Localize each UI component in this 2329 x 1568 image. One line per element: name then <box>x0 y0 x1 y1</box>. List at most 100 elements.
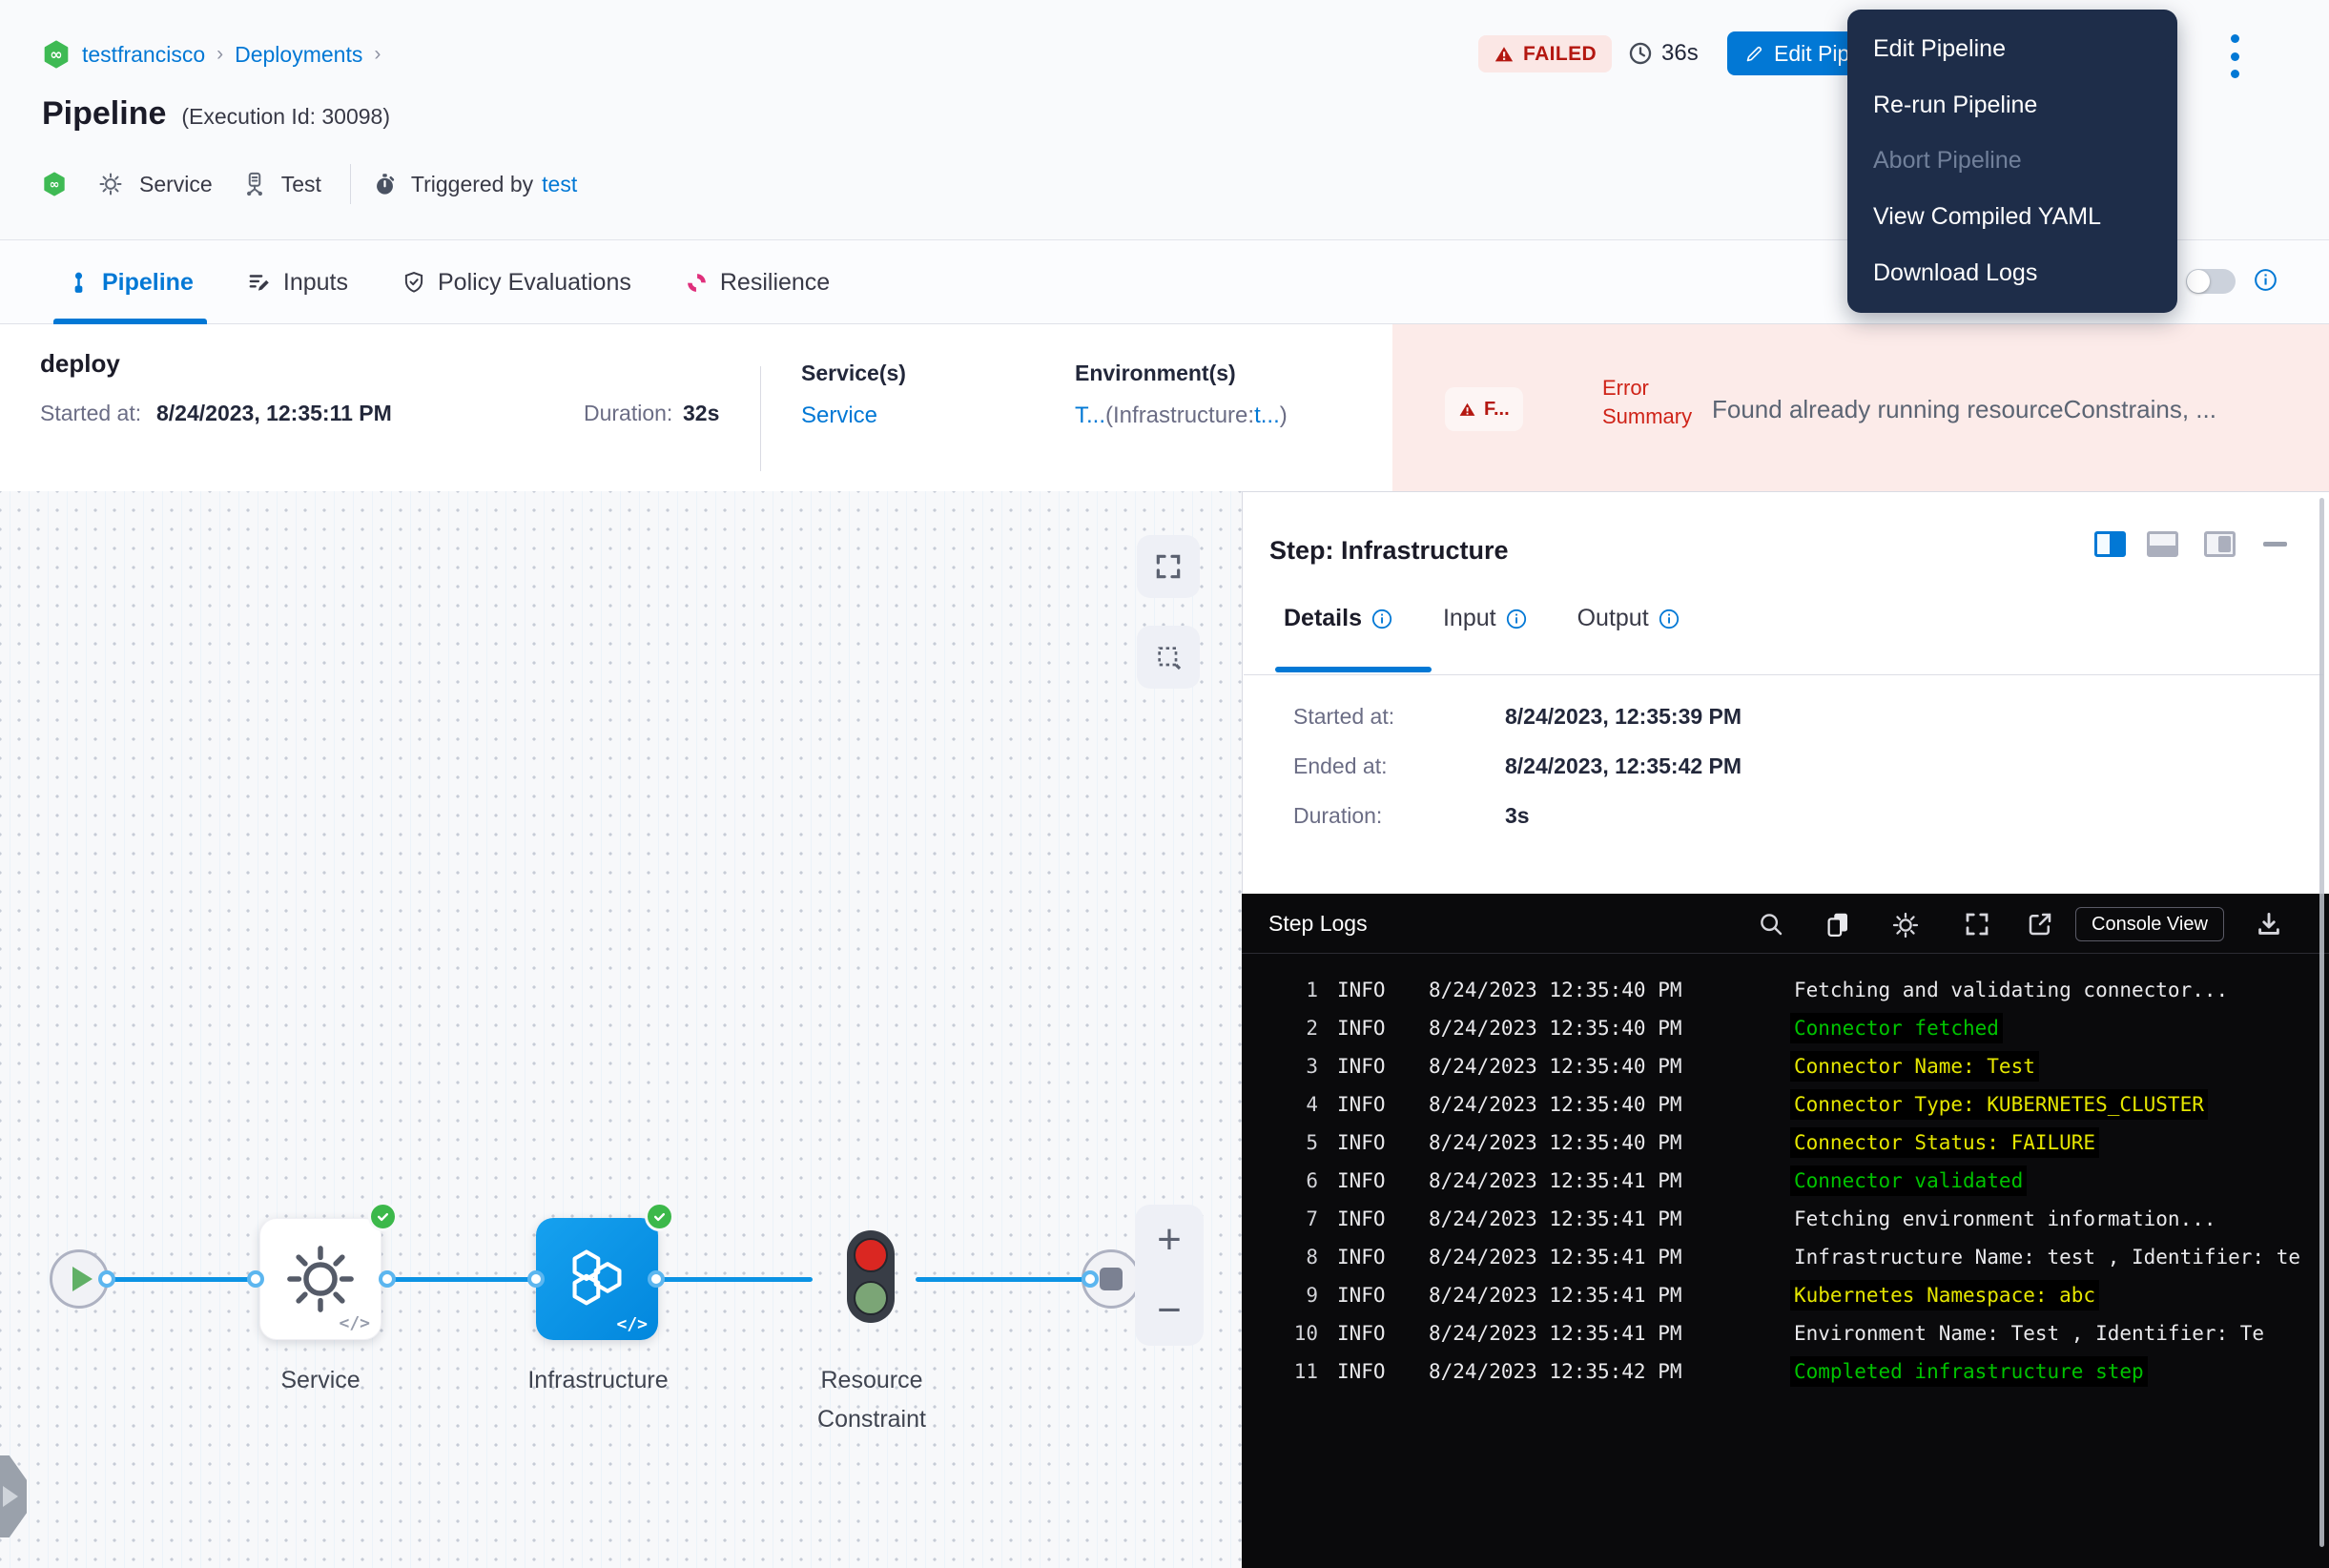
log-line-number: 1 <box>1265 979 1318 1001</box>
console-view-button[interactable]: Console View <box>2075 907 2224 941</box>
open-in-new-window-icon[interactable] <box>2026 910 2054 939</box>
service-gear-icon <box>97 171 124 197</box>
stage-name[interactable]: deploy <box>40 349 120 379</box>
layout-floating-panel-button[interactable] <box>2204 531 2236 557</box>
download-logs-icon[interactable] <box>2255 910 2283 939</box>
edge-port <box>1082 1270 1099 1288</box>
error-summary-zone: F... Error Summary Found already running… <box>1392 324 2329 491</box>
expand-left-nav-button[interactable] <box>0 1455 27 1537</box>
diagram-toggle-switch[interactable] <box>2186 269 2236 294</box>
menu-item[interactable]: Abort Pipeline <box>1847 149 2177 173</box>
tab-input[interactable]: Input <box>1443 605 1528 632</box>
triggered-by-user-link[interactable]: test <box>542 172 577 197</box>
stage-summary-bar: deploy Started at: 8/24/2023, 12:35:11 P… <box>0 324 2329 491</box>
inputs-icon <box>247 270 272 295</box>
stage-divider <box>760 366 761 471</box>
layout-right-panel-button[interactable] <box>2094 531 2126 557</box>
log-level: INFO <box>1337 1169 1404 1192</box>
tab-policy-evaluations[interactable]: Policy Evaluations <box>402 240 631 324</box>
log-timestamp: 8/24/2023 12:35:40 PM <box>1429 1131 1724 1154</box>
breadcrumb-separator: › <box>374 43 381 66</box>
duration-label: Duration: <box>584 401 672 426</box>
step-details-panel: Step: Infrastructure Details Input Outpu… <box>1242 491 2329 894</box>
trigger-stopwatch-icon <box>372 172 398 197</box>
edge-port <box>527 1270 545 1288</box>
tab-details[interactable]: Details <box>1284 605 1393 632</box>
detail-field-row: Duration: 3s <box>1293 803 1742 829</box>
infrastructure-link[interactable]: t... <box>1254 402 1280 428</box>
zoom-in-button[interactable]: + <box>1157 1219 1182 1261</box>
breadcrumb-deployments-link[interactable]: Deployments <box>235 42 362 68</box>
tab-resilience[interactable]: Resilience <box>685 240 830 324</box>
environment-name[interactable]: Test <box>281 172 321 197</box>
total-duration: 36s <box>1627 40 1699 67</box>
pipeline-graph-canvas[interactable]: </> </> Service Infrastructure <box>0 491 1242 1568</box>
log-line: 4 INFO 8/24/2023 12:35:40 PM Connector T… <box>1265 1085 2329 1124</box>
triggered-by-label: Triggered by <box>411 172 533 197</box>
success-check-badge <box>368 1202 398 1231</box>
infrastructure-node[interactable]: </> <box>536 1218 658 1340</box>
detail-field-row: Started at: 8/24/2023, 12:35:39 PM <box>1293 704 1742 730</box>
environment-link[interactable]: T... <box>1075 402 1105 428</box>
log-timestamp: 8/24/2023 12:35:40 PM <box>1429 1093 1724 1116</box>
code-glyph: </> <box>616 1314 648 1334</box>
layout-bottom-panel-button[interactable] <box>2147 531 2178 557</box>
fullscreen-logs-icon[interactable] <box>1963 910 1991 939</box>
service-node[interactable]: </> <box>259 1218 381 1340</box>
menu-item[interactable]: Edit Pipeline <box>1847 37 2177 61</box>
play-icon <box>72 1267 93 1291</box>
breadcrumb-separator: › <box>216 43 223 66</box>
multi-select-button[interactable] <box>1137 626 1200 689</box>
log-panel-title: Step Logs <box>1268 911 1368 937</box>
menu-item[interactable]: View Compiled YAML <box>1847 205 2177 229</box>
step-panel-title: Step: Infrastructure <box>1269 536 1509 566</box>
log-line-number: 11 <box>1265 1360 1318 1383</box>
menu-item[interactable]: Download Logs <box>1847 261 2177 285</box>
toggle-info-icon[interactable] <box>2253 267 2278 293</box>
service-name[interactable]: Service <box>139 172 213 197</box>
cd-module-icon: ∞ <box>42 172 67 196</box>
resource-constraint-node-label: Resource Constraint <box>795 1361 948 1439</box>
meta-divider <box>350 164 351 204</box>
service-link[interactable]: Service <box>801 402 877 429</box>
log-level: INFO <box>1337 1207 1404 1230</box>
copy-logs-icon[interactable] <box>1824 910 1852 939</box>
zoom-out-button[interactable]: − <box>1157 1289 1182 1331</box>
log-message: Fetching environment information... <box>1794 1207 2216 1230</box>
tab-inputs[interactable]: Inputs <box>247 240 348 324</box>
menu-item[interactable]: Re-run Pipeline <box>1847 93 2177 117</box>
minimize-panel-button[interactable] <box>2263 542 2287 547</box>
info-icon <box>1371 608 1393 630</box>
log-timestamp: 8/24/2023 12:35:41 PM <box>1429 1246 1724 1269</box>
pipeline-options-menu: Edit Pipeline Re-run Pipeline Abort Pipe… <box>1847 10 2177 313</box>
log-line-number: 4 <box>1265 1093 1318 1116</box>
code-glyph: </> <box>339 1313 370 1333</box>
infrastructure-node-label: Infrastructure <box>517 1361 679 1400</box>
search-logs-icon[interactable] <box>1757 910 1785 939</box>
red-light <box>854 1238 888 1272</box>
graph-edge <box>105 1277 813 1282</box>
fit-to-screen-button[interactable] <box>1137 535 1200 598</box>
tab-pipeline[interactable]: Pipeline <box>67 240 194 324</box>
panel-scrollbar[interactable] <box>2319 498 2324 1547</box>
title-row: Pipeline (Execution Id: 30098) <box>42 95 390 133</box>
status-badge: FAILED <box>1478 35 1612 72</box>
success-check-badge <box>645 1202 674 1231</box>
resilience-chaos-icon <box>685 271 709 295</box>
breadcrumb-project-link[interactable]: testfrancisco <box>82 42 205 68</box>
log-settings-gear-icon[interactable] <box>1890 910 1919 939</box>
resource-constraint-node[interactable] <box>847 1230 895 1323</box>
execution-meta-row: ∞ Service Test Triggered by test <box>42 164 577 204</box>
shield-check-icon <box>402 270 426 295</box>
log-lines[interactable]: 1 INFO 8/24/2023 12:35:40 PM Fetching an… <box>1265 971 2329 1391</box>
more-options-kebab-icon[interactable] <box>2224 34 2245 78</box>
log-line: 11 INFO 8/24/2023 12:35:42 PM Completed … <box>1265 1352 2329 1391</box>
log-level: INFO <box>1337 1055 1404 1078</box>
services-label: Service(s) <box>801 361 906 386</box>
environments-label: Environment(s) <box>1075 361 1236 386</box>
pipeline-execution-screen: ∞ testfrancisco › Deployments › Pipeline… <box>0 0 2329 1568</box>
detail-field-row: Ended at: 8/24/2023, 12:35:42 PM <box>1293 753 1742 779</box>
tab-output[interactable]: Output <box>1577 605 1680 632</box>
log-level: INFO <box>1337 979 1404 1001</box>
log-line: 1 INFO 8/24/2023 12:35:40 PM Fetching an… <box>1265 971 2329 1009</box>
